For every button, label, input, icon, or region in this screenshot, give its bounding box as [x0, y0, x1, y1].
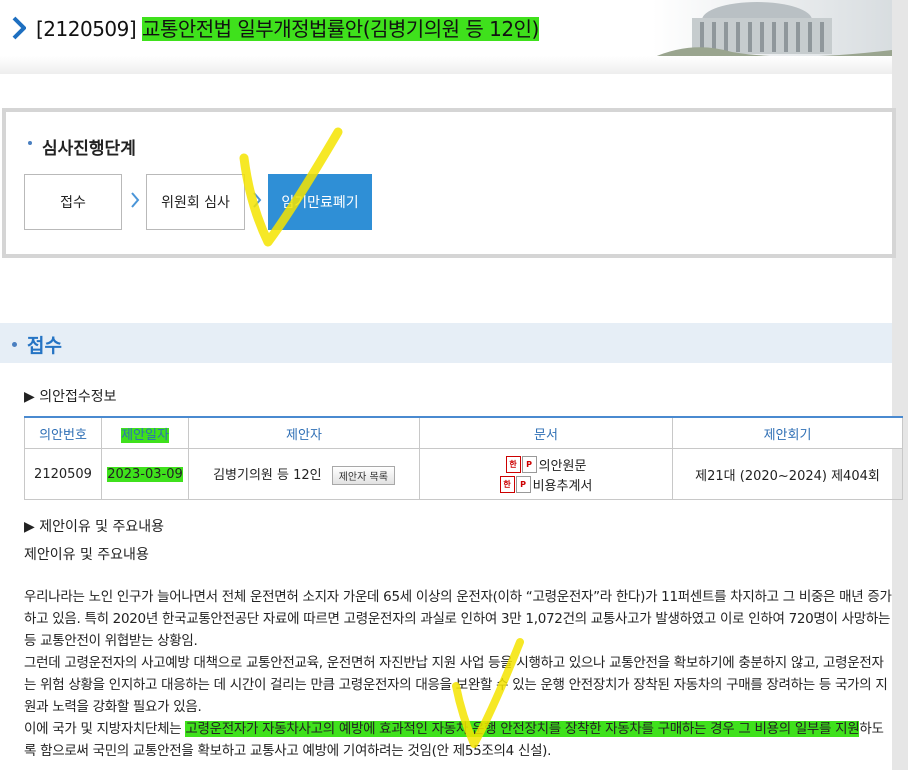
- highlighted-text: 고령운전자가 자동차사고의 예방에 효과적인 자동차 운행 안전장치를 장착한 …: [185, 721, 860, 737]
- reason-paragraph: 그런데 고령운전자의 사고예방 대책으로 교통안전교육, 운전면허 자진반납 지…: [24, 655, 888, 715]
- doc-original[interactable]: 한P 의안원문: [420, 454, 672, 474]
- proposer-list-button[interactable]: 제안자 목록: [331, 465, 395, 485]
- reason-paragraph: 우리나라는 노인 인구가 늘어나면서 전체 운전면허 소지자 가운데 65세 이…: [24, 589, 892, 649]
- proposer-name: 김병기의원 등 12인: [213, 467, 322, 483]
- doc-cost-estimate[interactable]: 한P 비용추계서: [420, 474, 672, 494]
- cell-proposer: 김병기의원 등 12인 제안자 목록: [188, 448, 420, 500]
- reason-paragraph: 이에 국가 및 지방자치단체는 고령운전자가 자동차사고의 예방에 효과적인 자…: [24, 721, 884, 759]
- bullet-icon: [28, 141, 32, 145]
- reason-label: 제안이유 및 주요내용: [24, 547, 149, 563]
- pdf-file-icon[interactable]: P: [515, 475, 531, 493]
- chevron-right-icon: [253, 192, 262, 208]
- col-bill-no: 의안번호: [24, 416, 102, 449]
- header-shadow: [0, 56, 892, 74]
- cell-session: 제21대 (2020~2024) 제404회: [672, 448, 903, 500]
- hwp-file-icon[interactable]: 한: [499, 475, 515, 493]
- page-title: [2120509] 교통안전법 일부개정법률안(김병기의원 등 12인): [36, 13, 539, 42]
- stage-title: 심사진행단계: [28, 134, 136, 159]
- chevron-right-icon: [131, 192, 140, 208]
- reason-body: 우리나라는 노인 인구가 늘어나면서 전체 운전면허 소지자 가운데 65세 이…: [24, 586, 894, 762]
- col-date: 제안일자: [101, 416, 189, 449]
- page-header: [2120509] 교통안전법 일부개정법률안(김병기의원 등 12인): [0, 0, 892, 74]
- cell-date: 2023-03-09: [101, 448, 189, 500]
- col-proposer: 제안자: [188, 416, 420, 449]
- stage-step-expired[interactable]: 임기만료폐기: [268, 174, 372, 230]
- bill-number: [2120509]: [36, 17, 137, 41]
- section-title: 접수: [12, 331, 62, 358]
- reason-heading: ▶ 제안이유 및 주요내용: [24, 519, 165, 535]
- table-header-row: 의안번호 제안일자 제안자 문서 제안회기: [24, 416, 903, 449]
- col-session: 제안회기: [672, 416, 903, 449]
- receipt-info-table: 의안번호 제안일자 제안자 문서 제안회기 2120509 2023-03-09…: [24, 416, 903, 500]
- assembly-building-image: [652, 0, 892, 60]
- cell-bill-no: 2120509: [24, 448, 102, 500]
- table-row: 2120509 2023-03-09 김병기의원 등 12인 제안자 목록 한P…: [24, 448, 903, 500]
- section-header: 접수: [0, 323, 892, 363]
- pdf-file-icon[interactable]: P: [521, 455, 537, 473]
- stage-step-receipt[interactable]: 접수: [24, 174, 122, 230]
- cell-documents: 한P 의안원문 한P 비용추계서: [419, 448, 673, 500]
- chevron-right-icon: [12, 16, 26, 40]
- bullet-icon: [12, 342, 17, 347]
- col-documents: 문서: [419, 416, 673, 449]
- review-stage-panel: 심사진행단계 접수 위원회 심사 임기만료폐기: [2, 108, 896, 258]
- hwp-file-icon[interactable]: 한: [505, 455, 521, 473]
- stage-step-committee-review[interactable]: 위원회 심사: [146, 174, 245, 230]
- bill-name: 교통안전법 일부개정법률안(김병기의원 등 12인): [142, 17, 539, 41]
- receipt-info-heading: ▶ 의안접수정보: [24, 389, 117, 405]
